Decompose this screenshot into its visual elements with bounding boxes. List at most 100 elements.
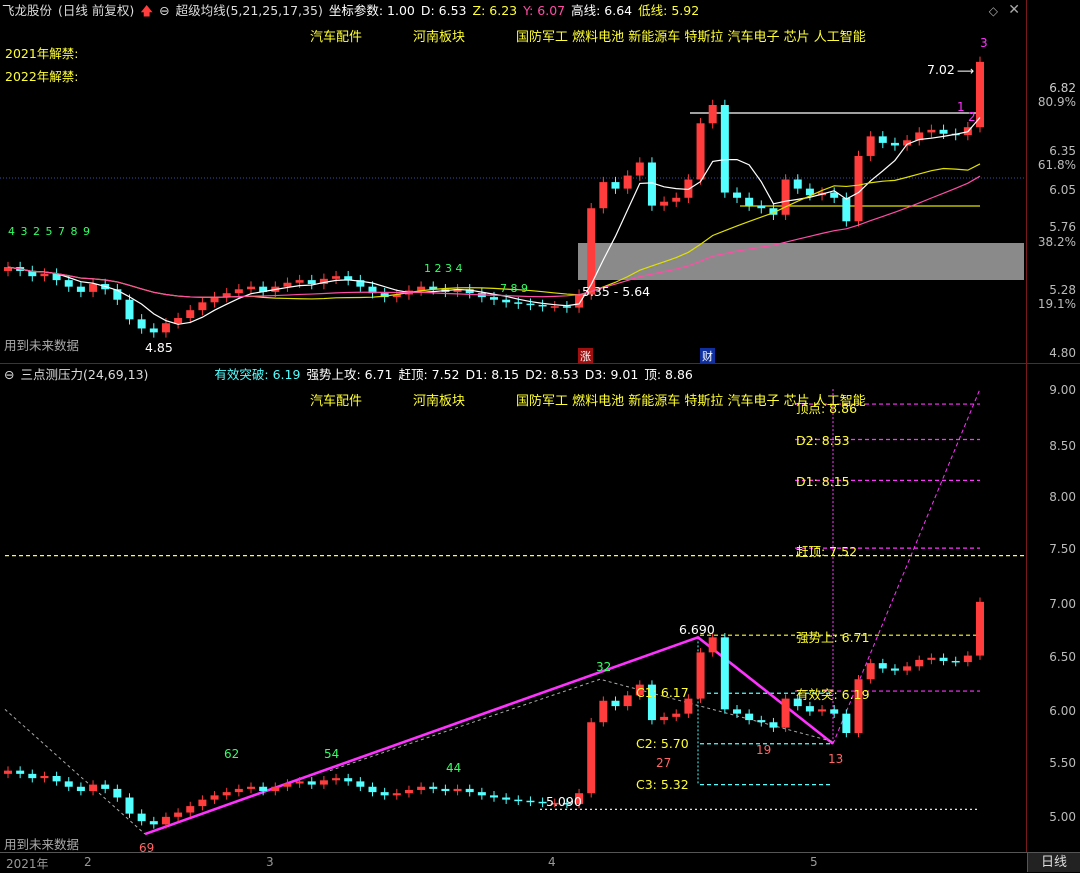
- stock-name[interactable]: 飞龙股份: [2, 3, 52, 18]
- candle-body: [198, 799, 207, 807]
- limit-up-tag[interactable]: 涨: [578, 348, 593, 364]
- sequence-mid2: 7 8 9: [500, 282, 528, 295]
- top-catch-value: 赶顶: 7.52: [398, 367, 460, 382]
- collapse-icon[interactable]: ⊖: [159, 3, 169, 18]
- close-icon[interactable]: ✕: [1008, 2, 1020, 18]
- candle-body: [40, 776, 49, 779]
- candle-body: [599, 182, 608, 209]
- timeline-bar[interactable]: 2021年 2 3 4 5 日线: [0, 852, 1080, 873]
- strong-attack-label: 强势上: 6.71: [796, 630, 870, 645]
- candle-body: [939, 129, 948, 134]
- wave-2-label: 2: [968, 110, 976, 124]
- y-tick: 7.50: [1049, 542, 1076, 556]
- candle-body: [319, 780, 328, 785]
- indicator-name[interactable]: 三点测压力(24,69,13): [20, 367, 148, 382]
- concept-group[interactable]: 国防军工 燃料电池 新能源车 特斯拉 汽车电子 芯片 人工智能: [516, 26, 866, 45]
- candle-body: [429, 786, 438, 789]
- candle-body: [769, 722, 778, 728]
- y-tick: 8.00: [1049, 490, 1076, 504]
- indicator-pane[interactable]: ⊖ 三点测压力(24,69,13) 有效突破: 6.19 强势上攻: 6.71 赶顶: …: [0, 364, 1080, 855]
- candle-body: [307, 781, 316, 785]
- main-chart-pane[interactable]: 飞龙股份 (日线 前复权) 🡅 ⊖ 超级均线(5,21,25,17,35) 坐标参数: 1…: [0, 0, 1080, 364]
- candle-body: [708, 637, 717, 653]
- d2-value: D2: 8.53: [525, 367, 579, 382]
- peak-label: 顶点: 8.86: [796, 401, 858, 416]
- period-mode[interactable]: (日线 前复权): [58, 3, 134, 18]
- y-value: Y: 6.07: [523, 3, 566, 18]
- candle-body: [866, 136, 875, 156]
- candle-body: [733, 192, 741, 198]
- candle-body: [781, 179, 790, 215]
- candle-body: [113, 788, 122, 798]
- candle-body: [623, 695, 632, 707]
- candle-body: [465, 788, 474, 793]
- candle-body: [927, 129, 936, 133]
- candle-body: [125, 797, 134, 814]
- main-chart-canvas[interactable]: [0, 0, 1080, 364]
- collapse-icon[interactable]: ⊖: [4, 367, 14, 382]
- timeline-month: 3: [266, 855, 274, 869]
- candle-body: [161, 323, 170, 333]
- candle-body: [793, 179, 802, 189]
- candle-body: [490, 297, 498, 300]
- y-tick: 38.2%: [1037, 235, 1076, 249]
- d1-label: D1: 8.15: [796, 474, 850, 489]
- timeline-month: 2: [84, 855, 92, 869]
- concept-tags: 汽车配件 河南板块 国防军工 燃料电池 新能源车 特斯拉 汽车电子 芯片 人工智…: [0, 26, 1026, 45]
- arrow-right-icon: ⟶: [957, 64, 975, 78]
- y-tick: 80.9%: [1037, 95, 1076, 109]
- y-tick: 7.00: [1049, 597, 1076, 611]
- concept-auto-parts[interactable]: 汽车配件: [310, 26, 362, 45]
- y-tick: 6.00: [1049, 704, 1076, 718]
- finance-tag[interactable]: 财: [700, 348, 715, 364]
- candle-body: [514, 799, 523, 802]
- candle-body: [745, 713, 754, 721]
- candle-body: [526, 800, 535, 803]
- indicator-canvas[interactable]: [0, 364, 1080, 852]
- candle-body: [52, 776, 61, 782]
- indicator-name[interactable]: 超级均线(5,21,25,17,35): [176, 3, 323, 18]
- candle-body: [404, 789, 413, 794]
- period-button[interactable]: 日线: [1027, 853, 1080, 872]
- candle-body: [757, 205, 766, 209]
- concept-henan[interactable]: 河南板块: [413, 26, 465, 45]
- candle-body: [526, 303, 535, 306]
- c2-label: C2: 5.70: [636, 736, 689, 751]
- y-tick: 6.05: [1049, 183, 1076, 197]
- candle-body: [283, 282, 292, 287]
- concept-auto-parts[interactable]: 汽车配件: [310, 390, 362, 409]
- y-tick: 6.82: [1049, 81, 1076, 95]
- valid-break-label: 有效突: 6.19: [796, 687, 870, 702]
- candle-body: [490, 795, 498, 798]
- candle-body: [866, 663, 875, 680]
- strong-attack-value: 强势上攻: 6.71: [306, 367, 393, 382]
- candle-body: [611, 182, 620, 189]
- candle-body: [283, 783, 292, 787]
- y-tick: 9.00: [1049, 383, 1076, 397]
- candle-body: [976, 601, 984, 656]
- wave-3-label: 3: [980, 36, 988, 50]
- candle-body: [125, 299, 134, 320]
- concept-henan[interactable]: 河南板块: [413, 390, 465, 409]
- d2-label: D2: 8.53: [796, 433, 850, 448]
- candle-body: [660, 201, 669, 206]
- candle-body: [915, 659, 924, 667]
- candle-body: [720, 637, 729, 710]
- candle-body: [672, 197, 681, 202]
- candle-body: [635, 162, 644, 176]
- trend-dash: [4, 708, 146, 835]
- y-tick: 5.28: [1049, 283, 1076, 297]
- candle-body: [939, 657, 948, 661]
- diamond-icon[interactable]: ◇: [989, 4, 998, 18]
- candle-body: [878, 663, 887, 669]
- zigzag-line: [144, 635, 834, 836]
- candle-body: [781, 698, 790, 728]
- low-value: 低线: 5.92: [638, 3, 700, 18]
- candle-body: [76, 786, 85, 792]
- candle-body: [234, 788, 243, 793]
- range-annotation: 5.35 - 5.64: [582, 284, 651, 299]
- candle-body: [198, 302, 207, 311]
- candle-body: [890, 668, 899, 671]
- candle-body: [40, 273, 49, 277]
- candle-body: [16, 770, 25, 774]
